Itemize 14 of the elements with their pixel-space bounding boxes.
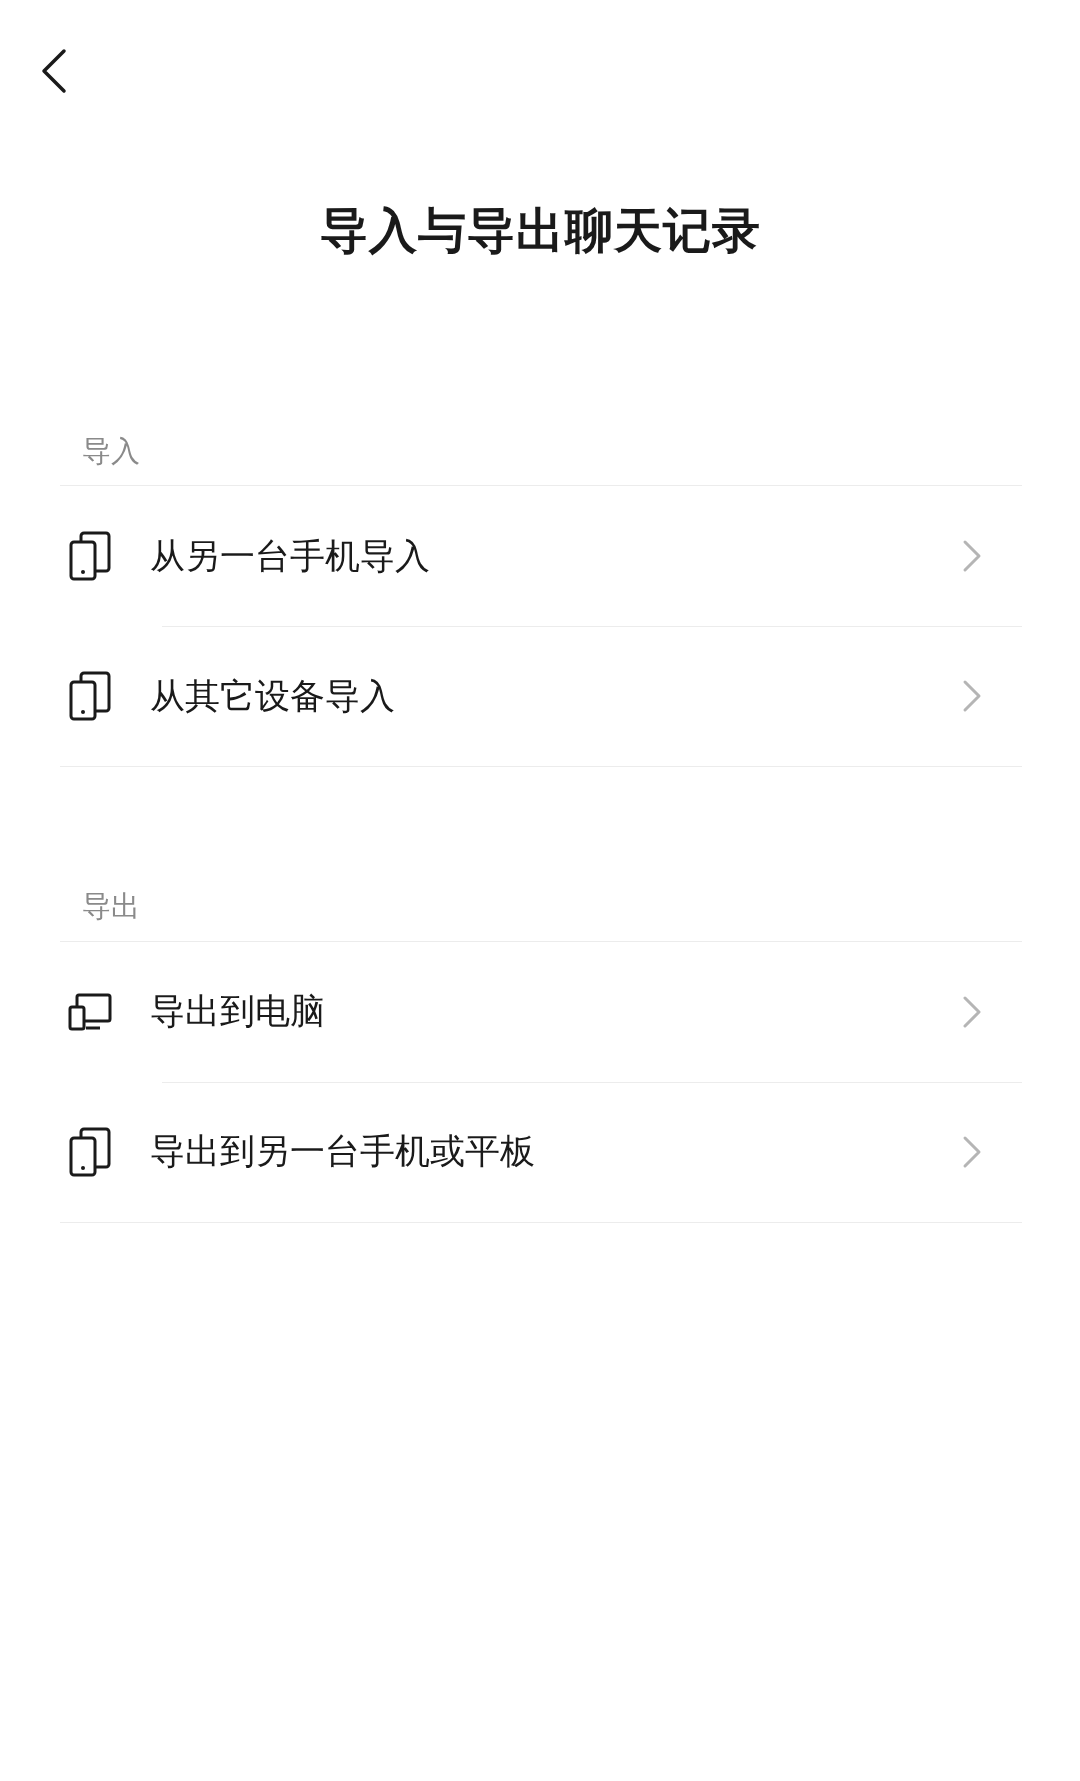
page-title: 导入与导出聊天记录 bbox=[318, 202, 762, 260]
menu-item-label[interactable]: 导出到电脑 bbox=[150, 985, 962, 1038]
chevron-right-icon bbox=[962, 1134, 982, 1169]
devices-icon bbox=[68, 1126, 112, 1177]
section-label: 导入 bbox=[82, 433, 140, 468]
devices-icon bbox=[68, 531, 112, 582]
section-label: 导出 bbox=[82, 889, 140, 924]
chevron-right-icon bbox=[962, 994, 982, 1029]
chevron-right-icon bbox=[962, 679, 982, 714]
menu-item-label[interactable]: 从另一台手机导入 bbox=[150, 529, 962, 583]
devices-icon bbox=[68, 671, 112, 722]
chevron-right-icon bbox=[962, 539, 982, 574]
menu-item-label[interactable]: 导出到另一台手机或平板 bbox=[150, 1125, 962, 1178]
menu-item-label[interactable]: 从其它设备导入 bbox=[150, 669, 962, 723]
